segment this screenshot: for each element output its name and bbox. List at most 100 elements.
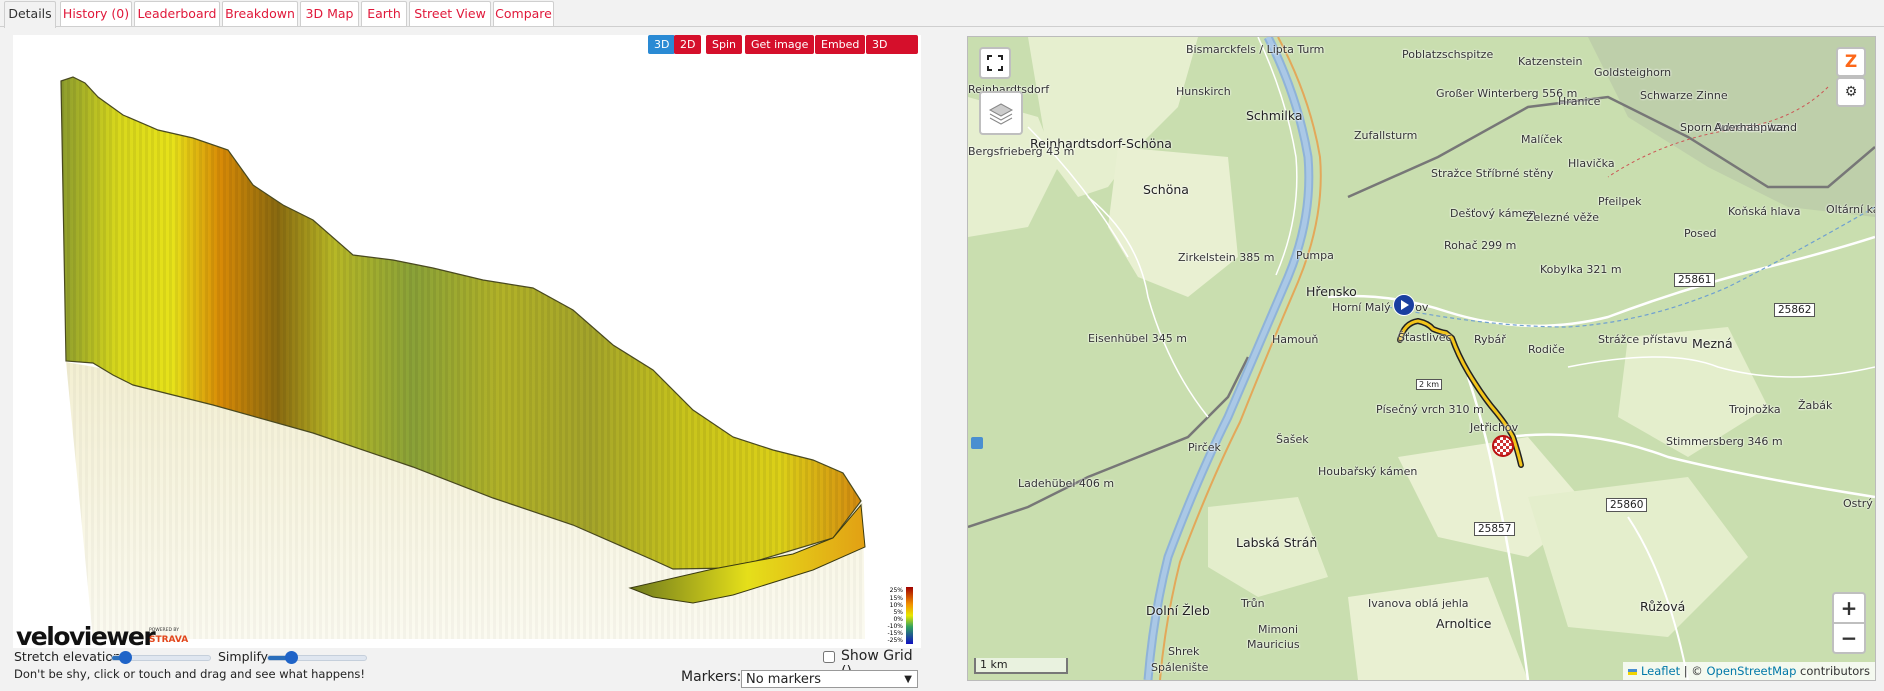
map-place-label: Houbařský kámen [1318,465,1418,478]
map-place-label: Mauricius [1247,638,1300,651]
tab-breakdown[interactable]: Breakdown [222,1,298,26]
tab-street-view[interactable]: Street View [409,1,491,26]
layers-button[interactable] [979,91,1023,135]
map-attribution: Leaflet | © OpenStreetMap contributors [1623,662,1875,680]
map-place-label: Trůn [1241,597,1265,610]
map-place-label: Dešťový kámen [1450,207,1536,220]
map-place-label: Mimoni [1258,623,1299,636]
map-place-label: Stimmersberg 346 m [1666,435,1783,448]
3d-print-button[interactable]: 3D Print [866,35,918,70]
legend-tick: -10% [887,623,903,630]
spin-button[interactable]: Spin [706,35,742,54]
road-number: 25857 [1474,522,1516,536]
gear-icon: ⚙ [1844,84,1858,100]
map-place-label: Pirček [1188,441,1221,454]
tab-earth[interactable]: Earth [361,1,407,26]
stretch-elevation-label: Stretch elevation [14,649,121,664]
map-place-label: Šťastlivec [1398,331,1452,344]
hint-text: Don't be shy, click or touch and drag an… [14,667,366,681]
legend-tick: 15% [890,595,904,602]
gradient-legend: 25% 15% 10% 5% 0% -10% -15% -25% [887,587,913,644]
map-place-label: Labská Stráň [1236,535,1318,550]
map-place-label: Eisenhübel 345 m [1088,332,1187,345]
map-place-label: Hřensko [1306,284,1357,299]
map-place-label: Mezná [1692,336,1733,351]
legend-tick: 25% [890,587,904,594]
viewer-button-bar: 3D 2D Spin Get image Embed 3D Print [648,35,918,70]
map-place-label: Spálenište [1151,661,1209,674]
map-place-label: Bergsfrieberg 43 m [968,145,1075,158]
svg-text:veloviewer: veloviewer [16,622,156,648]
map-place-label: Großer Winterberg 556 m [1436,87,1578,100]
legend-tick: 0% [893,616,903,623]
stretch-elevation-slider[interactable] [111,651,211,664]
viewer-controls: Stretch elevation Simplify Don't be shy,… [13,648,921,691]
map-place-label: Oltární kámen 470 m [1826,203,1875,216]
leaflet-link[interactable]: Leaflet [1641,664,1680,678]
home-marker-icon[interactable] [971,437,983,449]
map-place-label: Dolní Žleb [1146,603,1210,618]
road-number: 25862 [1774,303,1816,317]
map-place-label: Rodiče [1528,343,1565,356]
fullscreen-button[interactable] [979,47,1011,79]
route-finish-marker[interactable] [1492,435,1514,457]
get-image-button[interactable]: Get image [745,35,815,54]
tab-3d-map[interactable]: 3D Map [300,1,359,26]
map-place-label: Posed [1684,227,1717,240]
tab-bar: Details History (0) Leaderboard Breakdow… [0,0,1884,28]
map-place-label: Goldsteighorn [1594,66,1672,79]
route-start-marker[interactable] [1393,294,1415,316]
map-place-label: Arnoltice [1436,616,1492,631]
map-place-label: Žabák [1798,399,1833,412]
tab-history[interactable]: History (0) [60,1,132,26]
embed-button[interactable]: Embed [815,35,866,54]
map-scale-bar: 1 km [974,658,1068,674]
chevron-down-icon: ▼ [904,674,912,685]
tab-details[interactable]: Details [4,1,56,28]
map-place-label: Ostrý 341 m [1843,497,1875,510]
show-grid-checkbox[interactable] [823,651,835,663]
zoom-out-button[interactable]: − [1832,622,1866,654]
map-place-label: Bismarckfels / Lipta Turm [1186,43,1325,56]
zoom-in-button[interactable]: + [1832,592,1866,624]
map-place-label: Hamouň [1272,333,1319,346]
svg-text:STRAVA: STRAVA [149,635,188,645]
view-2d-button[interactable]: 2D [674,35,702,54]
map-place-label: Stražce Stříbrné stěny [1431,167,1554,180]
tab-compare[interactable]: Compare [493,1,554,26]
route-map[interactable]: Bismarckfels / Lipta Turm Reinhardtsdorf… [967,36,1876,681]
osm-link[interactable]: OpenStreetMap [1706,664,1796,678]
map-place-label: Malíček [1521,133,1563,146]
markers-select[interactable]: No markers ▼ [741,670,918,688]
map-settings-button[interactable]: ⚙ [1836,77,1866,107]
road-number: 25860 [1606,498,1648,512]
leaflet-flag-icon [1628,669,1638,675]
zwift-overlay-button[interactable]: Z [1836,47,1866,77]
route-distance-marker: 2 km [1416,379,1443,390]
elevation-3d-viewer[interactable]: 25% 15% 10% 5% 0% -10% -15% -25% velovie… [13,35,921,648]
markers-label: Markers: [681,669,742,685]
map-place-label: Pfeilpek [1598,195,1642,208]
markers-selected-value: No markers [746,672,821,687]
map-place-label: Hunskirch [1176,85,1231,98]
view-3d-button[interactable]: 3D [648,35,676,54]
attribution-tail: contributors [1796,664,1870,678]
svg-text:POWERED BY: POWERED BY [149,627,179,633]
map-place-label: Kobylka 321 m [1540,263,1622,276]
map-place-label: Hranice [1558,95,1601,108]
map-place-label: Koňská hlava [1728,205,1801,218]
map-place-label: Ladehübel 406 m [1018,477,1115,490]
simplify-slider[interactable] [267,651,367,664]
map-place-label: Rybář [1474,333,1506,346]
map-place-label: Jetřichov [1470,421,1519,434]
tab-leaderboard[interactable]: Leaderboard [134,1,220,26]
map-place-label: Auerhahnwand [1714,121,1797,134]
elevation-profile-3d[interactable]: 25% 15% 10% 5% 0% -10% -15% -25% velovie… [13,35,921,648]
map-place-label: Ivanova oblá jehla [1368,597,1469,610]
map-place-label: Rohač 299 m [1444,239,1517,252]
legend-tick: -25% [887,637,903,644]
minus-icon: − [1840,626,1858,650]
layers-icon [988,103,1014,125]
map-place-label: Schwarze Zinne [1640,89,1728,102]
map-place-label: Schmilka [1246,108,1303,123]
